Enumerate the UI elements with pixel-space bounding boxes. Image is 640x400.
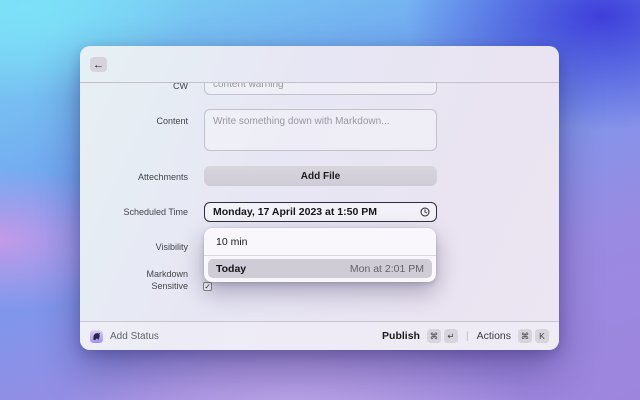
cw-label: CW <box>173 83 188 91</box>
suggestion-detail: Mon at 2:01 PM <box>349 262 424 275</box>
add-status-button[interactable]: Add Status <box>110 331 159 342</box>
content-textarea[interactable] <box>204 109 437 151</box>
add-file-button[interactable]: Add File <box>204 166 437 186</box>
suggestion-row-today[interactable]: Today Mon at 2:01 PM <box>208 259 432 278</box>
compose-status-window: ← CW Content Attechments Add File Schedu… <box>80 46 559 350</box>
checkmark-icon: ✓ <box>204 282 211 291</box>
cw-input[interactable] <box>204 83 437 95</box>
command-key-icon: ⌘ <box>426 329 441 343</box>
scheduled-time-label: Scheduled Time <box>123 207 188 217</box>
popover-divider <box>204 255 436 256</box>
bottom-toolbar: Add Status Publish ⌘ ↵ | Actions ⌘ K <box>80 321 559 350</box>
sensitive-checkbox[interactable]: ✓ <box>203 282 212 291</box>
scheduled-time-field[interactable] <box>204 202 437 222</box>
back-button[interactable]: ← <box>90 57 107 72</box>
suggestion-title: Today <box>216 262 247 275</box>
markdown-label: Markdown <box>146 269 188 279</box>
actions-button[interactable]: Actions <box>477 330 511 342</box>
scheduled-time-input[interactable] <box>205 206 420 218</box>
sensitive-label: Sensitive <box>151 281 188 291</box>
app-logo-icon <box>90 329 103 343</box>
command-key-icon: ⌘ <box>518 329 532 343</box>
clock-icon <box>420 207 430 217</box>
content-label: Content <box>156 116 188 126</box>
back-arrow-icon: ← <box>93 58 104 71</box>
schedule-query-input[interactable]: 10 min <box>204 228 436 255</box>
shortcut-group-divider: | <box>465 330 469 342</box>
schedule-suggestion-popover: 10 min Today Mon at 2:01 PM <box>204 228 436 282</box>
return-key-icon: ↵ <box>443 329 458 343</box>
publish-button[interactable]: Publish <box>382 330 420 342</box>
status-form: CW Content Attechments Add File Schedule… <box>80 83 559 321</box>
attachments-label: Attechments <box>137 172 188 182</box>
k-key-icon: K <box>535 329 549 343</box>
visibility-label: Visibility <box>155 242 188 252</box>
